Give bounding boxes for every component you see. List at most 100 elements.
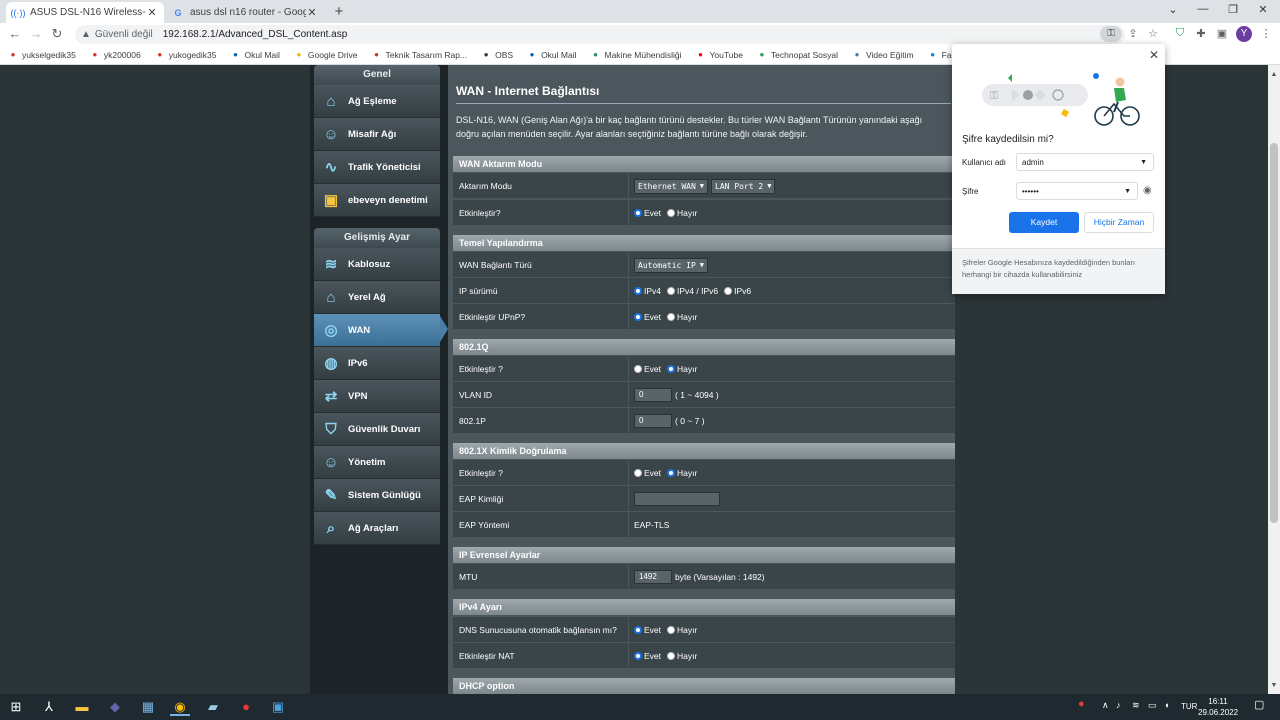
sidebar-item[interactable]: ◎ WAN bbox=[314, 314, 440, 347]
chrome-icon[interactable]: ◉ bbox=[170, 698, 190, 716]
nat-yes-radio[interactable]: Evet bbox=[634, 651, 661, 661]
sidebar-item[interactable]: ⌂ Yerel Ağ bbox=[314, 281, 440, 314]
window-close-button[interactable]: ✕ bbox=[1253, 3, 1273, 16]
avatar[interactable]: Y bbox=[1236, 26, 1252, 42]
sidebar-item[interactable]: ✎ Sistem Günlüğü bbox=[314, 479, 440, 512]
sidebar-item[interactable]: ≋ Kablosuz bbox=[314, 248, 440, 281]
8021q-yes-radio[interactable]: Evet bbox=[634, 364, 661, 374]
username-field[interactable]: admin ▼ bbox=[1016, 153, 1154, 171]
file-explorer-icon[interactable]: ▬ bbox=[72, 698, 92, 716]
volume-icon[interactable]: ◖ bbox=[1164, 700, 1169, 710]
sidebar-item[interactable]: ⛉ Güvenlik Duvarı bbox=[314, 413, 440, 446]
bookmark-item[interactable]: ● Technopat Sosyal bbox=[757, 50, 839, 60]
app-icon[interactable]: ⅄ bbox=[39, 698, 59, 716]
puzzle-icon[interactable]: ✚ bbox=[1193, 27, 1209, 40]
app-2-icon[interactable]: ▰ bbox=[203, 698, 223, 716]
wan-enable-yes-radio[interactable]: Evet bbox=[634, 208, 661, 218]
bookmark-item[interactable]: ● Video Eğitim bbox=[852, 50, 914, 60]
microphone-icon[interactable]: ♪ bbox=[1116, 700, 1121, 710]
star-icon[interactable]: ☆ bbox=[1145, 27, 1161, 40]
store-icon[interactable]: ▦ bbox=[138, 698, 158, 716]
upnp-yes-radio[interactable]: Evet bbox=[634, 312, 661, 322]
bookmark-item[interactable]: ● Okul Mail bbox=[527, 50, 577, 60]
close-icon[interactable]: ✕ bbox=[146, 6, 158, 19]
back-icon[interactable]: ← bbox=[6, 26, 24, 41]
upnp-no-radio[interactable]: Hayır bbox=[667, 312, 697, 322]
network-icon[interactable]: ▭ bbox=[1148, 700, 1157, 711]
8021x-yes-radio[interactable]: Evet bbox=[634, 468, 661, 478]
sidepanel-icon[interactable]: ▣ bbox=[1214, 27, 1230, 40]
scroll-up-icon[interactable]: ▲ bbox=[1268, 71, 1280, 78]
nat-no-radio[interactable]: Hayır bbox=[667, 651, 697, 661]
wifi-tray-icon[interactable]: ≋ bbox=[1132, 700, 1140, 711]
bookmark-item[interactable]: ● yk200006 bbox=[90, 50, 140, 60]
dns-auto-yes-radio[interactable]: Evet bbox=[634, 625, 661, 635]
bookmark-item[interactable]: ● OBS bbox=[481, 50, 513, 60]
notification-icon[interactable]: ▢ bbox=[1254, 698, 1264, 711]
dns-auto-no-radio[interactable]: Hayır bbox=[667, 625, 697, 635]
url-text[interactable]: 192.168.2.1/Advanced_DSL_Content.asp bbox=[163, 29, 348, 40]
chevron-down-icon[interactable]: ▼ bbox=[1140, 159, 1147, 166]
sidebar-item[interactable]: ∿ Trafik Yöneticisi bbox=[314, 151, 440, 184]
sidebar-item[interactable]: ◍ IPv6 bbox=[314, 347, 440, 380]
close-icon[interactable]: ✕ bbox=[306, 6, 318, 19]
photos-icon[interactable]: ▣ bbox=[268, 698, 288, 716]
forward-icon[interactable]: → bbox=[27, 26, 45, 41]
tray-red-icon[interactable]: ● bbox=[1078, 698, 1085, 710]
shield-extension-icon[interactable]: ⛉ bbox=[1172, 27, 1188, 40]
sidebar-item[interactable]: ⌕ Ağ Araçları bbox=[314, 512, 440, 545]
eap-id-input[interactable] bbox=[634, 492, 720, 506]
ip-version-ipv6-radio[interactable]: IPv6 bbox=[724, 286, 751, 296]
warning-icon[interactable]: ▲ bbox=[81, 29, 91, 40]
scroll-down-icon[interactable]: ▼ bbox=[1268, 682, 1280, 689]
reload-icon[interactable]: ↻ bbox=[48, 26, 66, 42]
mtu-input[interactable]: 1492 bbox=[634, 570, 672, 584]
8021q-no-radio[interactable]: Hayır bbox=[667, 364, 697, 374]
bookmark-item[interactable]: ● Makine Mühendisliği bbox=[591, 50, 681, 60]
ip-version-dual-radio[interactable]: IPv4 / IPv6 bbox=[667, 286, 718, 296]
lan-port-select[interactable]: LAN Port 2 ▼ bbox=[711, 178, 776, 194]
address-bar[interactable]: ▲ Güvenli değil 192.168.2.1/Advanced_DSL… bbox=[75, 25, 1125, 44]
clock[interactable]: 16:11 29.06.2022 bbox=[1198, 696, 1238, 718]
language-indicator[interactable]: TUR bbox=[1181, 702, 1197, 711]
8021p-input[interactable]: 0 bbox=[634, 414, 672, 428]
sidebar-item[interactable]: ⇄ VPN bbox=[314, 380, 440, 413]
bookmark-item[interactable]: ● Google Drive bbox=[294, 50, 358, 60]
bookmark-item[interactable]: ● yukselgedik35 bbox=[8, 50, 76, 60]
tab-search-icon[interactable]: ⌄ bbox=[1163, 3, 1183, 16]
key-icon[interactable]: ⚿ bbox=[1100, 26, 1122, 42]
sidebar-item[interactable]: ☺ Misafir Ağı bbox=[314, 118, 440, 151]
sidebar-item[interactable]: ⌂ Ağ Eşleme bbox=[314, 85, 440, 118]
security-label[interactable]: Güvenli değil bbox=[95, 29, 153, 40]
minimize-button[interactable]: — bbox=[1193, 3, 1213, 15]
bookmark-item[interactable]: ● Teknik Tasarım Rap... bbox=[372, 50, 467, 60]
save-password-button[interactable]: Kaydet bbox=[1009, 212, 1079, 233]
tab-google-search[interactable]: G asus dsl n16 router - Google Ara ✕ bbox=[166, 2, 324, 23]
tab-router[interactable]: ((·)) ASUS DSL-N16 Wireless-N300 V: ✕ bbox=[6, 2, 164, 23]
tray-chevron-icon[interactable]: ∧ bbox=[1102, 700, 1109, 711]
chevron-down-icon[interactable]: ▼ bbox=[1124, 188, 1131, 195]
8021x-no-radio[interactable]: Hayır bbox=[667, 468, 697, 478]
wan-enable-no-radio[interactable]: Hayır bbox=[667, 208, 697, 218]
record-icon[interactable]: ● bbox=[236, 698, 256, 716]
share-icon[interactable]: ⇪ bbox=[1125, 27, 1141, 40]
never-save-button[interactable]: Hiçbir Zaman bbox=[1084, 212, 1154, 233]
bookmark-item[interactable]: ● YouTube bbox=[696, 50, 743, 60]
windows-start-icon[interactable]: ⊞ bbox=[6, 698, 26, 716]
sidebar-item[interactable]: ☺ Yönetim bbox=[314, 446, 440, 479]
close-icon[interactable]: ✕ bbox=[1149, 48, 1159, 62]
teams-icon[interactable]: ◆ bbox=[105, 698, 125, 716]
bookmark-item[interactable]: ● yukogedik35 bbox=[155, 50, 216, 60]
transfer-mode-select[interactable]: Ethernet WAN ▼ bbox=[634, 178, 709, 194]
new-tab-button[interactable]: + bbox=[331, 3, 347, 20]
restore-button[interactable]: ❐ bbox=[1223, 3, 1243, 16]
menu-kebab-icon[interactable]: ⋮ bbox=[1258, 27, 1274, 40]
vlan-id-input[interactable]: 0 bbox=[634, 388, 672, 402]
page-scrollbar[interactable]: ▲ ▼ bbox=[1268, 65, 1280, 694]
scroll-thumb[interactable] bbox=[1270, 143, 1278, 523]
eye-icon[interactable]: ◉ bbox=[1143, 185, 1152, 196]
sidebar-item[interactable]: ▣ ebeveyn denetimi bbox=[314, 184, 440, 217]
password-field[interactable]: •••••• ▼ bbox=[1016, 182, 1138, 200]
ip-version-ipv4-radio[interactable]: IPv4 bbox=[634, 286, 661, 296]
bookmark-item[interactable]: ● Okul Mail bbox=[230, 50, 280, 60]
